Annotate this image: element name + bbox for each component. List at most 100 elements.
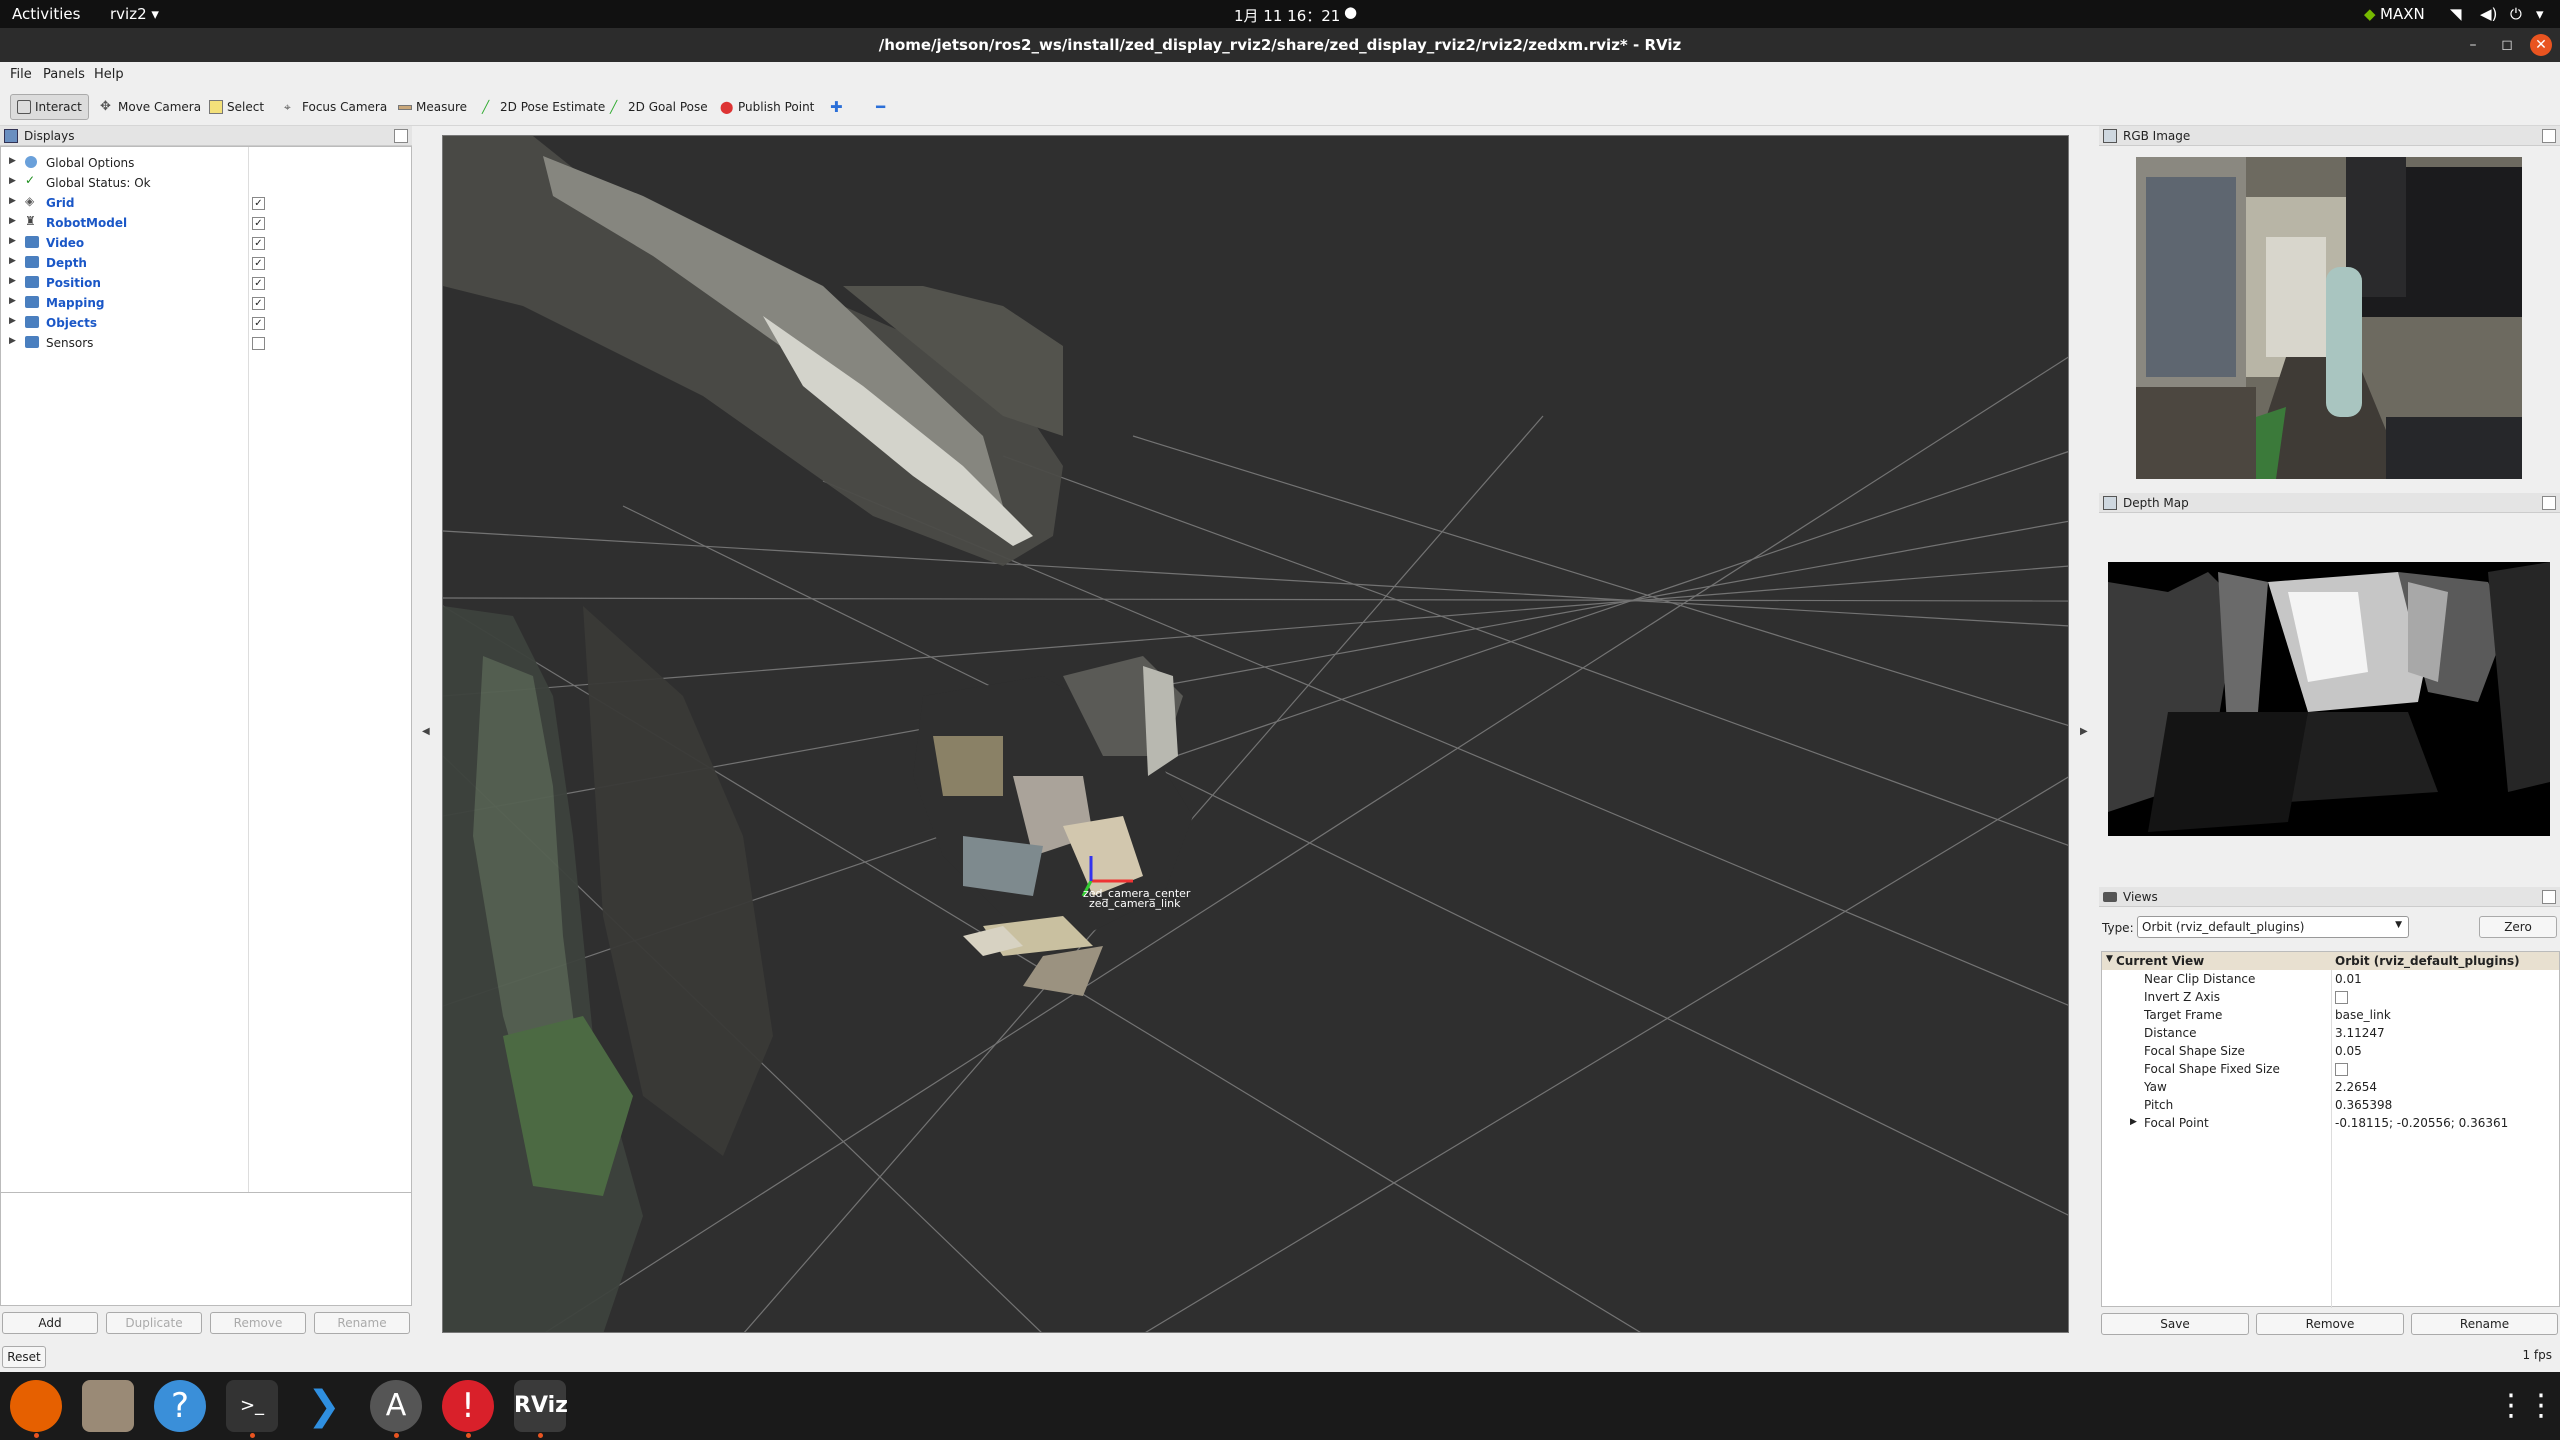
rename-view-button[interactable]: Rename [2411,1313,2558,1335]
expand-arrow-icon[interactable]: ▶ [9,276,16,286]
vscode-icon[interactable]: ❯ [298,1380,350,1432]
save-view-button[interactable]: Save [2101,1313,2249,1335]
prop-row-pitch[interactable]: Pitch 0.365398 [2102,1096,2559,1114]
maximize-button[interactable]: ◻ [2496,34,2518,56]
display-enabled-checkbox[interactable]: ✓ [252,297,265,310]
display-row-global-status[interactable]: ▶ ✓ Global Status: Ok [1,173,411,193]
clock[interactable]: 1月 11 16：21 [1234,5,1340,26]
prop-value[interactable]: 0.365398 [2335,1098,2392,1112]
scene-svg[interactable]: zed_camera_center zed_camera_link [443,136,2069,1333]
system-menu-arrow-icon[interactable]: ▾ [2536,5,2544,23]
expand-arrow-icon[interactable]: ▼ [2106,954,2113,964]
expand-arrow-icon[interactable]: ▶ [2130,1117,2137,1127]
undock-button[interactable] [394,129,408,143]
duplicate-display-button[interactable]: Duplicate [106,1312,202,1334]
power-icon[interactable]: ⏻ [2510,5,2522,23]
app-menu[interactable]: rviz2 ▾ [110,5,159,23]
display-enabled-checkbox[interactable]: ✓ [252,317,265,330]
3d-viewport[interactable]: zed_camera_center zed_camera_link [442,135,2069,1333]
menu-panels[interactable]: Panels [43,67,85,82]
undock-button[interactable] [2542,129,2556,143]
prop-row-focal-shape-size[interactable]: Focal Shape Size 0.05 [2102,1042,2559,1060]
expand-arrow-icon[interactable]: ▶ [9,176,16,186]
display-row-objects[interactable]: ▶ Objects ✓ [1,313,411,333]
display-row-video[interactable]: ▶ Video ✓ [1,233,411,253]
display-row-position[interactable]: ▶ Position ✓ [1,273,411,293]
software-updater-icon[interactable]: A [370,1380,422,1438]
add-tool-button[interactable]: ✚ [824,94,849,120]
add-display-button[interactable]: Add [2,1312,98,1334]
prop-row-near-clip[interactable]: Near Clip Distance 0.01 [2102,970,2559,988]
display-row-sensors[interactable]: ▶ Sensors [1,333,411,353]
volume-icon[interactable]: ◀) [2480,5,2497,23]
menu-help[interactable]: Help [94,67,124,82]
firefox-icon[interactable] [10,1380,62,1438]
tool-2d-goal-pose[interactable]: ╱ 2D Goal Pose [604,94,714,120]
expand-arrow-icon[interactable]: ▶ [9,336,16,346]
prop-row-focal-shape-fixed[interactable]: Focal Shape Fixed Size [2102,1060,2559,1078]
prop-row-target-frame[interactable]: Target Frame base_link [2102,1006,2559,1024]
zero-button[interactable]: Zero [2479,916,2557,938]
tool-move-camera[interactable]: ✥ Move Camera [94,94,207,120]
display-enabled-checkbox[interactable]: ✓ [252,217,265,230]
close-button[interactable]: ✕ [2530,34,2552,56]
display-row-global-options[interactable]: ▶ Global Options [1,153,411,173]
tool-focus-camera[interactable]: ⌖ Focus Camera [278,94,393,120]
display-row-grid[interactable]: ▶ ◈ Grid ✓ [1,193,411,213]
rename-display-button[interactable]: Rename [314,1312,410,1334]
tool-select[interactable]: Select [203,94,270,120]
reset-button[interactable]: Reset [2,1346,46,1368]
display-enabled-checkbox[interactable]: ✓ [252,237,265,250]
expand-arrow-icon[interactable]: ▶ [9,236,16,246]
prop-value[interactable]: 0.05 [2335,1044,2362,1058]
minimize-button[interactable]: – [2462,34,2484,56]
power-mode-label[interactable]: MAXN [2380,5,2425,23]
files-icon[interactable] [82,1380,134,1432]
prop-value[interactable]: base_link [2335,1008,2391,1022]
display-row-depth[interactable]: ▶ Depth ✓ [1,253,411,273]
display-enabled-checkbox[interactable] [252,337,265,350]
view-type-select[interactable]: Orbit (rviz_default_plugins) ▼ [2137,916,2409,938]
activities-button[interactable]: Activities [12,5,80,23]
app-grid-icon[interactable]: ⋮⋮ [2496,1380,2556,1432]
display-enabled-checkbox[interactable]: ✓ [252,257,265,270]
display-enabled-checkbox[interactable]: ✓ [252,277,265,290]
remove-tool-button[interactable]: ━ [870,94,891,120]
help-icon[interactable]: ? [154,1380,206,1432]
tool-measure[interactable]: Measure [392,94,473,120]
collapse-right-arrow-icon[interactable]: ▶ [2080,726,2088,737]
prop-row-yaw[interactable]: Yaw 2.2654 [2102,1078,2559,1096]
undock-button[interactable] [2542,890,2556,904]
focal-shape-fixed-checkbox[interactable] [2335,1063,2348,1076]
prop-value[interactable]: 3.11247 [2335,1026,2385,1040]
tool-interact[interactable]: Interact [10,94,89,120]
prop-row-distance[interactable]: Distance 3.11247 [2102,1024,2559,1042]
prop-row-invert-z[interactable]: Invert Z Axis [2102,988,2559,1006]
prop-value[interactable]: 2.2654 [2335,1080,2377,1094]
invert-z-checkbox[interactable] [2335,991,2348,1004]
expand-arrow-icon[interactable]: ▶ [9,296,16,306]
expand-arrow-icon[interactable]: ▶ [9,196,16,206]
display-row-mapping[interactable]: ▶ Mapping ✓ [1,293,411,313]
display-row-robotmodel[interactable]: ▶ ♜ RobotModel ✓ [1,213,411,233]
prop-row-focal-point[interactable]: ▶ Focal Point -0.18115; -0.20556; 0.36361 [2102,1114,2559,1132]
undock-button[interactable] [2542,496,2556,510]
expand-arrow-icon[interactable]: ▶ [9,216,16,226]
current-view-row[interactable]: ▼ Current View Orbit (rviz_default_plugi… [2102,952,2559,970]
collapse-left-arrow-icon[interactable]: ◀ [422,726,430,737]
display-enabled-checkbox[interactable]: ✓ [252,197,265,210]
remove-view-button[interactable]: Remove [2256,1313,2404,1335]
prop-value[interactable]: -0.18115; -0.20556; 0.36361 [2335,1116,2508,1130]
prop-value[interactable]: 0.01 [2335,972,2362,986]
expand-arrow-icon[interactable]: ▶ [9,256,16,266]
rviz-icon[interactable]: RViz [514,1380,568,1438]
wifi-icon[interactable]: ◥ [2450,5,2462,23]
expand-arrow-icon[interactable]: ▶ [9,316,16,326]
tool-publish-point[interactable]: ⬤ Publish Point [714,94,820,120]
expand-arrow-icon[interactable]: ▶ [9,156,16,166]
tool-2d-pose-estimate[interactable]: ╱ 2D Pose Estimate [476,94,611,120]
terminal-icon[interactable]: >_ [226,1380,278,1438]
error-report-icon[interactable]: ! [442,1380,494,1438]
remove-display-button[interactable]: Remove [210,1312,306,1334]
menu-file[interactable]: File [10,67,32,82]
